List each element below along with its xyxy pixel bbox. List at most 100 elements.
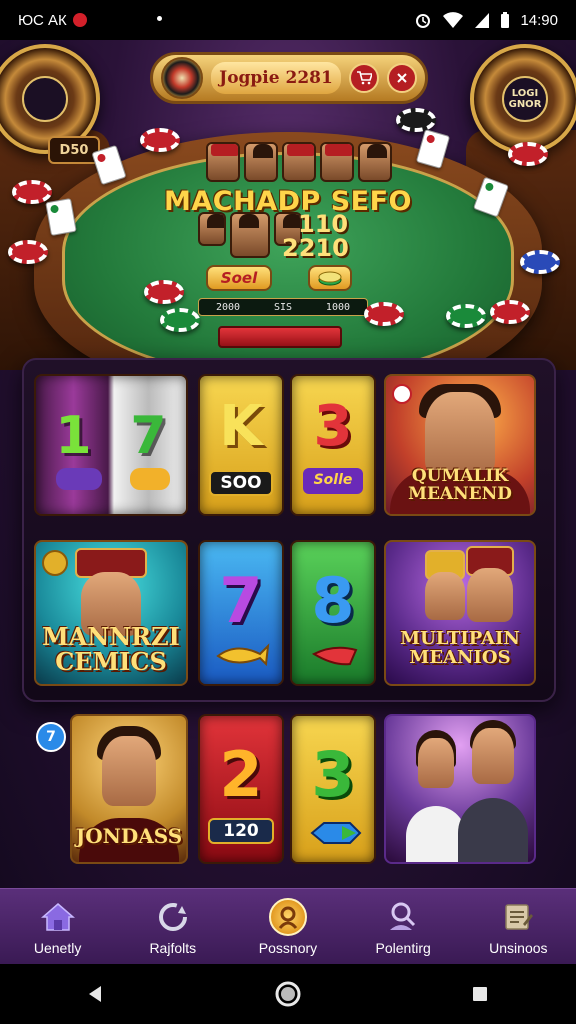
nav-label: Uenetly bbox=[33, 939, 82, 956]
nav-item-home[interactable]: Uenetly bbox=[8, 898, 108, 956]
reel-number: 8 bbox=[311, 564, 355, 637]
promo-tile-multipain[interactable]: MULTIPAIN MEANIOS bbox=[384, 540, 536, 686]
player-avatar[interactable] bbox=[358, 142, 392, 182]
banner-text: Jogpie 2281 bbox=[211, 62, 341, 94]
alarm-icon bbox=[416, 14, 431, 28]
character-face bbox=[471, 728, 514, 784]
nav-label: Rajfolts bbox=[149, 939, 197, 956]
reel-number: 2 bbox=[219, 738, 263, 811]
back-button[interactable] bbox=[76, 974, 116, 1014]
promo-caption: MULTIPAIN MEANIOS bbox=[400, 628, 520, 668]
gem-icon bbox=[130, 468, 170, 490]
close-icon[interactable] bbox=[387, 63, 417, 93]
chip-blue bbox=[520, 250, 560, 274]
chip-red bbox=[364, 302, 404, 326]
reel-number: 1 bbox=[55, 406, 92, 466]
roulette-hub-left bbox=[22, 76, 68, 122]
nav-item-unsinoos[interactable]: Unsinoos bbox=[468, 898, 568, 956]
back-icon bbox=[89, 986, 101, 1002]
nav-label: Unsinoos bbox=[489, 939, 548, 956]
table-value-2: 2210 bbox=[282, 234, 349, 262]
slot-reel-7[interactable]: 7 bbox=[198, 540, 284, 686]
notification-badge[interactable]: 7 bbox=[36, 722, 66, 752]
chip-red bbox=[144, 280, 184, 304]
status-bar: ЮС АК 14:90 bbox=[0, 0, 576, 40]
character-face bbox=[466, 568, 513, 622]
character-face bbox=[418, 738, 455, 788]
promo-tile-qumalik[interactable]: QUMALIK MEANEND bbox=[384, 374, 536, 516]
start-button[interactable]: Soel bbox=[206, 265, 272, 291]
chip-black bbox=[396, 108, 436, 132]
edit-document-icon bbox=[499, 898, 537, 936]
slot-reel-2[interactable]: 2 120 bbox=[198, 714, 284, 864]
character-body bbox=[457, 798, 528, 862]
player-avatar[interactable] bbox=[320, 142, 354, 182]
roulette-wheel-right[interactable]: LOGI GNOR bbox=[470, 44, 576, 154]
players-top-row bbox=[206, 142, 392, 182]
status-left-text: ЮС АК bbox=[18, 11, 67, 29]
chip-red bbox=[8, 240, 48, 264]
nav-item-refresh[interactable]: Rajfolts bbox=[123, 898, 223, 956]
slot-reel-1-7[interactable]: 1 7 bbox=[34, 374, 188, 516]
status-time: 14:90 bbox=[520, 11, 558, 29]
dot-icon bbox=[157, 16, 162, 21]
player-avatar[interactable] bbox=[206, 142, 240, 182]
nav-item-possnory[interactable]: Possnory bbox=[238, 897, 338, 956]
bottom-navigation: Uenetly Rajfolts Possnory Polentirg Unsi… bbox=[0, 888, 576, 964]
roulette-hub-right: LOGI GNOR bbox=[502, 76, 548, 122]
slot-reel-3b[interactable]: 3 bbox=[290, 714, 376, 864]
recents-icon bbox=[473, 987, 487, 1001]
slot-reel-k[interactable]: K SOO bbox=[198, 374, 284, 516]
chip-red bbox=[140, 128, 180, 152]
nav-label: Polentirg bbox=[375, 939, 431, 956]
slot-reel-3[interactable]: 3 Solle bbox=[290, 374, 376, 516]
reel-number: 3 bbox=[313, 394, 353, 459]
table-title: MACHADP SEFO bbox=[164, 186, 412, 217]
wifi-icon bbox=[443, 12, 464, 28]
player-avatar[interactable] bbox=[282, 142, 316, 182]
refresh-icon bbox=[154, 898, 192, 936]
reel-letter: K bbox=[219, 394, 263, 459]
chip-stack-icon bbox=[318, 271, 342, 286]
cart-icon[interactable] bbox=[349, 63, 379, 93]
playing-card bbox=[45, 198, 77, 236]
system-navigation-bar bbox=[0, 964, 576, 1024]
player-avatar[interactable] bbox=[244, 142, 278, 182]
reel-number: 3 bbox=[311, 738, 355, 811]
score-3: 1000 bbox=[325, 301, 351, 313]
gem-icon bbox=[56, 468, 102, 490]
promo-tile-jondass[interactable]: JONDASS bbox=[70, 714, 188, 864]
promo-caption: JONDASS bbox=[75, 824, 183, 848]
chip-green bbox=[160, 308, 200, 332]
reel-sub-label: 120 bbox=[208, 818, 274, 844]
score-2: SIS bbox=[273, 301, 293, 313]
slot-reel-8[interactable]: 8 bbox=[290, 540, 376, 686]
go-button[interactable] bbox=[308, 265, 352, 291]
notification-icon bbox=[72, 13, 87, 27]
chip-red bbox=[12, 180, 52, 204]
nav-item-polentirg[interactable]: Polentirg bbox=[353, 898, 453, 956]
player-avatar[interactable] bbox=[198, 212, 226, 246]
banner-wheel-icon bbox=[161, 57, 203, 99]
player-avatar[interactable] bbox=[230, 212, 270, 258]
promo-caption: QUMALIK MEANEND bbox=[408, 466, 512, 504]
chip-red bbox=[490, 300, 530, 324]
home-button[interactable] bbox=[268, 974, 308, 1014]
promo-tile-players[interactable] bbox=[384, 714, 536, 864]
promo-caption: MANNRZI CEMICS bbox=[42, 622, 180, 677]
score-strip: 2000 SIS 1000 bbox=[198, 298, 368, 316]
bet-button[interactable] bbox=[218, 326, 342, 348]
top-jackpot-banner[interactable]: Jogpie 2281 bbox=[150, 52, 428, 104]
signal-icon bbox=[475, 13, 490, 28]
score-1: 2000 bbox=[215, 301, 241, 313]
character-face bbox=[425, 572, 466, 620]
home-circle-icon bbox=[275, 981, 301, 1007]
search-user-icon bbox=[384, 898, 422, 936]
chip-green bbox=[446, 304, 486, 328]
recents-button[interactable] bbox=[460, 974, 500, 1014]
home-icon bbox=[39, 898, 77, 936]
fish-icon bbox=[216, 643, 270, 667]
left-value-badge: D50 bbox=[48, 136, 100, 164]
promo-tile-mannrzi[interactable]: MANNRZI CEMICS bbox=[34, 540, 188, 686]
reel-sub-label: SOO bbox=[209, 470, 273, 496]
